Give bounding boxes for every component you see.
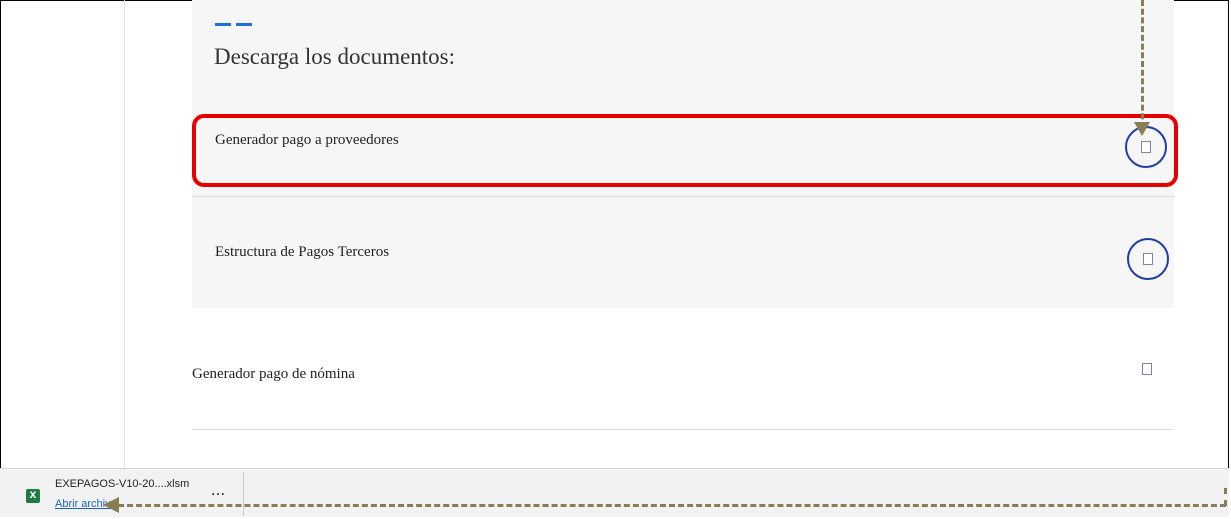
document-label: Generador pago de nómina (192, 366, 355, 382)
annotation-dashed-line (118, 504, 1226, 507)
document-label: Estructura de Pagos Terceros (215, 244, 390, 260)
download-icon (1143, 253, 1153, 265)
download-bar (0, 468, 1229, 517)
document-row-proveedores[interactable]: Generador pago a proveedores (192, 104, 1174, 194)
document-row-nomina[interactable]: Generador pago de nómina (192, 320, 1174, 428)
download-bar-divider (243, 472, 244, 516)
left-gutter-divider (124, 0, 125, 468)
excel-file-icon: X (26, 489, 40, 503)
heading-accent-bar (236, 23, 252, 26)
downloaded-file-name[interactable]: EXEPAGOS-V10-20....xlsm (55, 478, 189, 490)
row-divider (192, 429, 1174, 430)
annotation-arrow-down-icon (1134, 122, 1150, 136)
annotation-arrow-left-icon (103, 497, 119, 513)
annotation-dashed-line (1141, 0, 1144, 128)
more-options-button[interactable]: ... (205, 483, 231, 503)
download-button-nomina[interactable] (1137, 359, 1157, 379)
annotation-dashed-line (1224, 488, 1227, 506)
download-icon (1141, 141, 1151, 153)
download-button-pagos-terceros[interactable] (1127, 238, 1169, 280)
section-heading: Descarga los documentos: (214, 44, 456, 69)
download-icon (1142, 363, 1152, 375)
document-label: Generador pago a proveedores (215, 132, 399, 148)
row-divider (192, 196, 1174, 197)
heading-accent-bar (215, 23, 231, 26)
document-row-pagos-terceros[interactable]: Estructura de Pagos Terceros (192, 198, 1174, 308)
